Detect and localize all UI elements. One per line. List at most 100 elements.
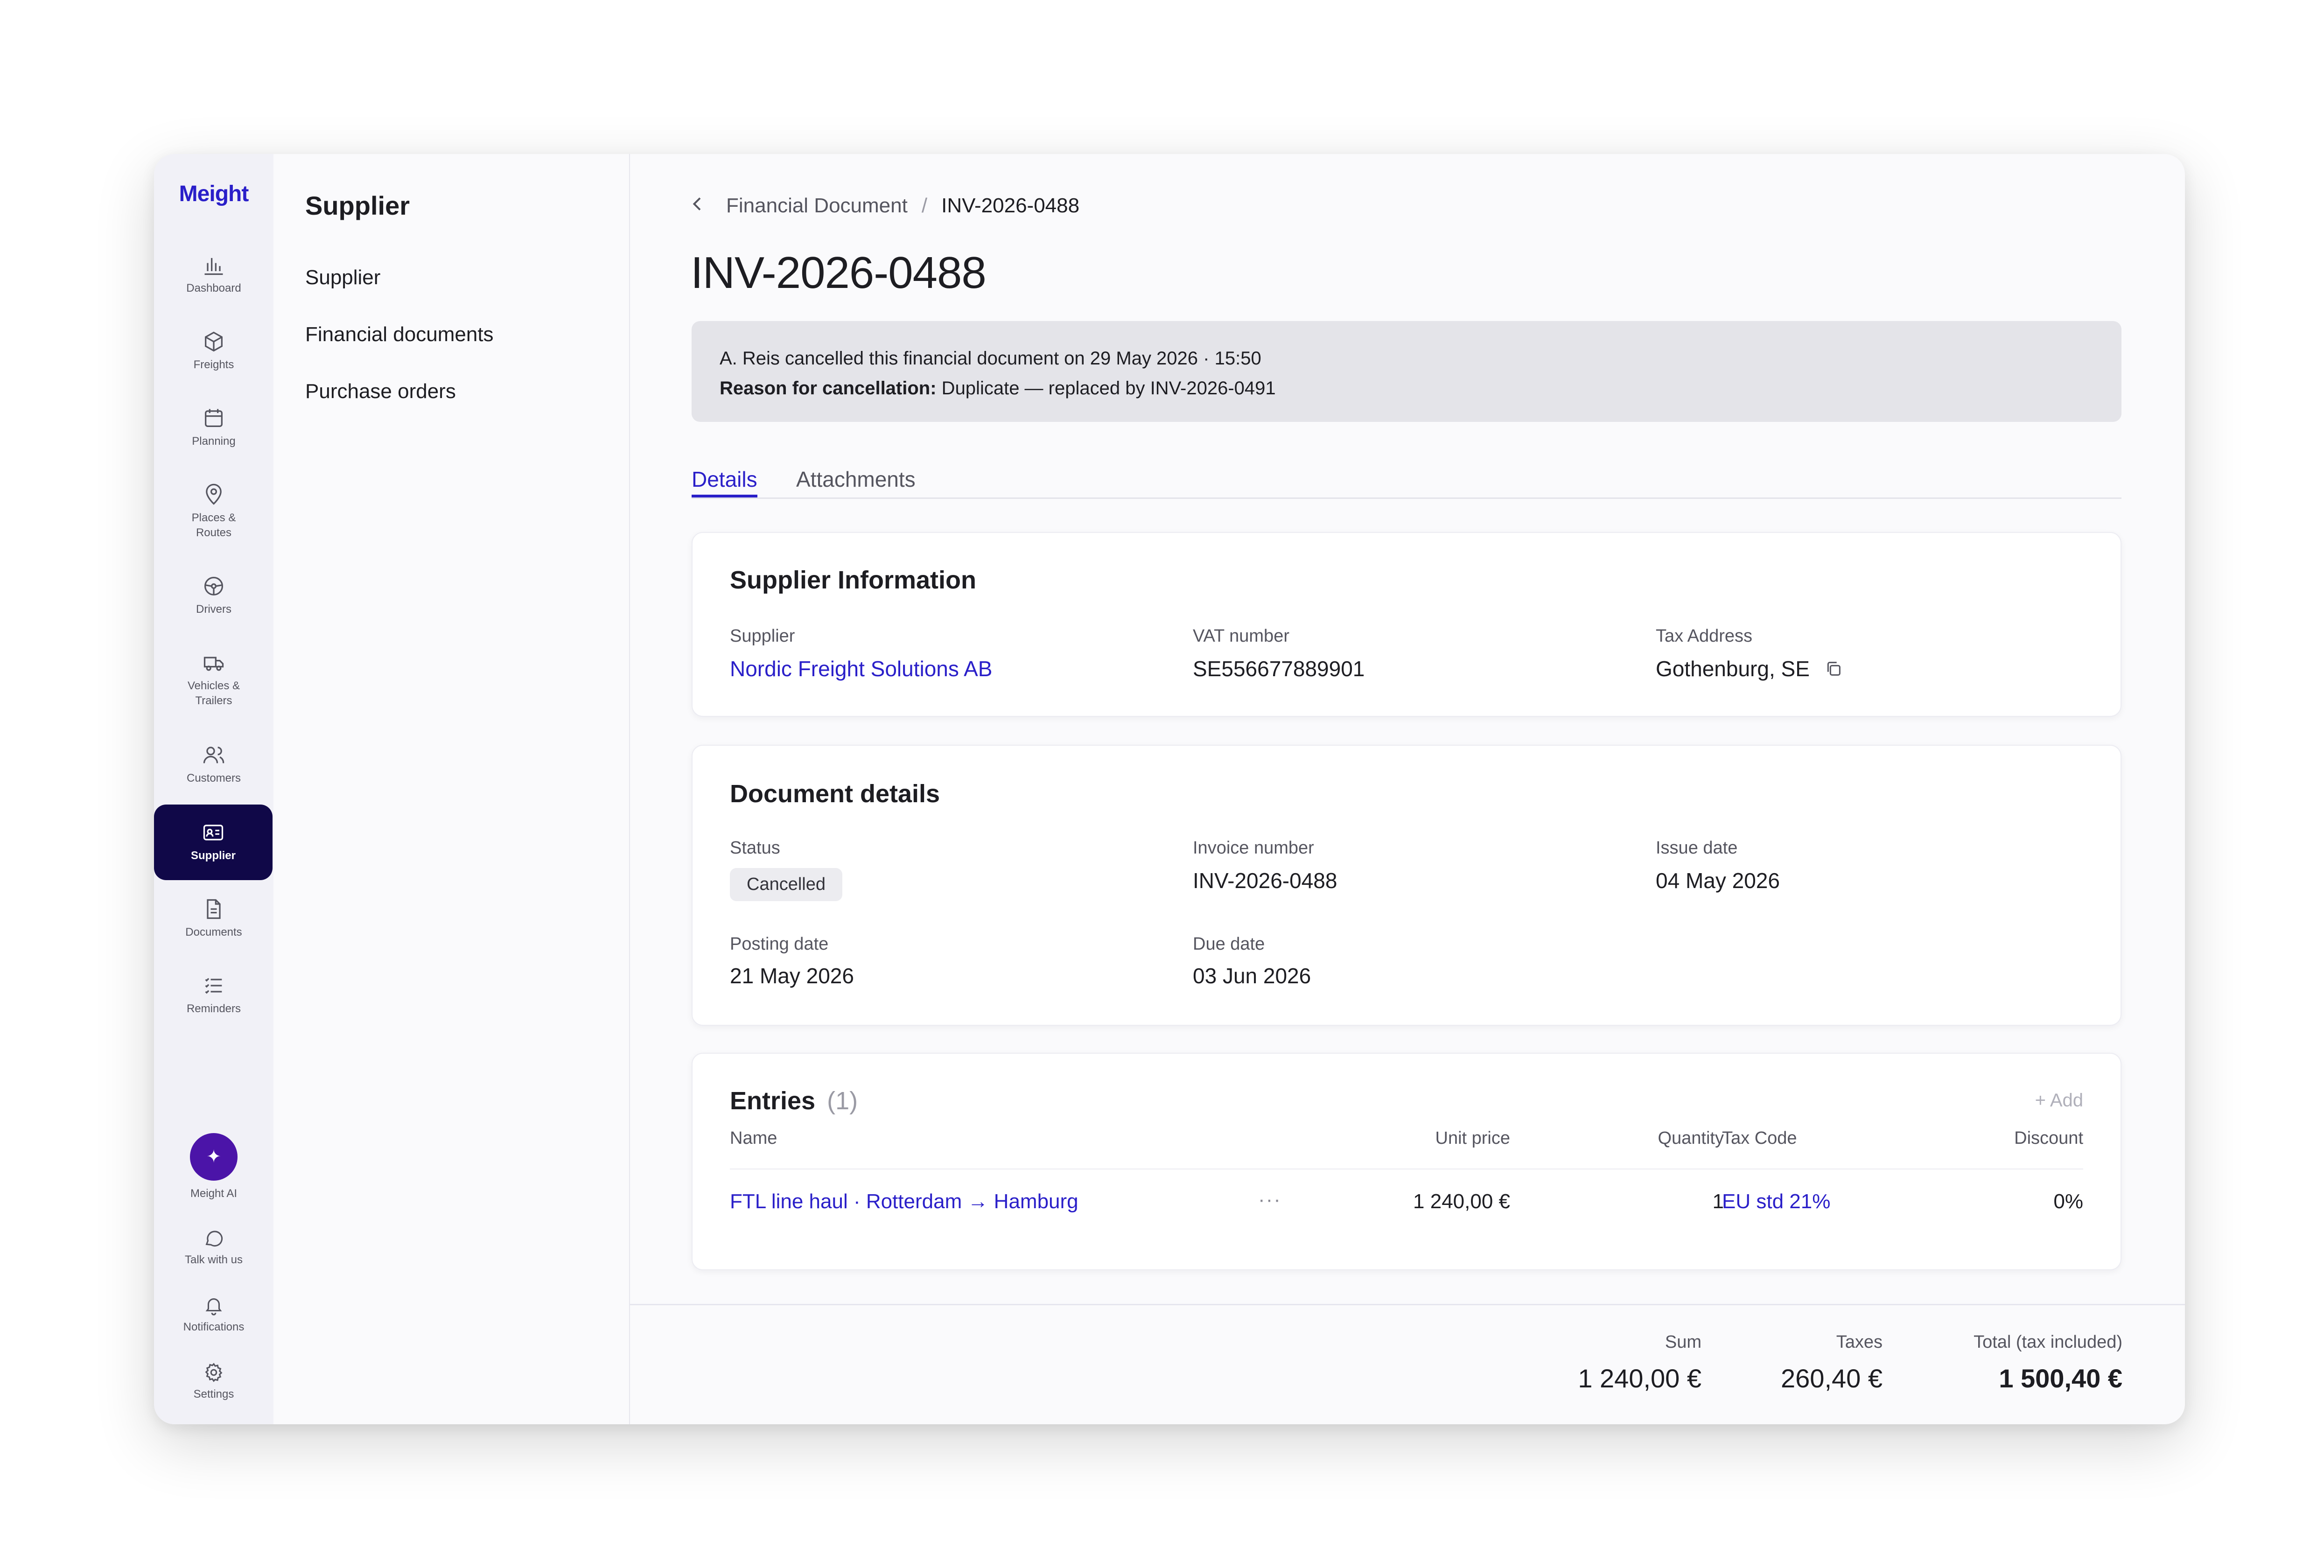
rail-item-vehicles-trailers[interactable]: Vehicles & Trailers bbox=[154, 651, 273, 708]
entry-name-link[interactable]: FTL line haul · Rotterdam → Hamburg bbox=[730, 1190, 1078, 1213]
rail-label: Reminders bbox=[186, 1002, 241, 1015]
card-title: Document details bbox=[730, 780, 940, 808]
rail-label: Places & Routes bbox=[191, 511, 236, 539]
due-date-label: Due date bbox=[1193, 934, 1265, 954]
bell-icon bbox=[205, 1298, 222, 1316]
cancellation-banner: A. Reis cancelled this financial documen… bbox=[692, 321, 2121, 422]
more-options-icon[interactable]: ··· bbox=[1258, 1188, 1281, 1211]
rail-label: Drivers bbox=[196, 603, 231, 616]
truck-icon bbox=[203, 657, 224, 671]
tab-details[interactable]: Details bbox=[692, 467, 757, 497]
column-header-quantity: Quantity bbox=[1658, 1128, 1724, 1148]
rail-label: Vehicles & Trailers bbox=[187, 679, 240, 707]
main-content: Financial Document / INV-2026-0488 INV-2… bbox=[630, 154, 2185, 1424]
card-title: Supplier Information bbox=[730, 566, 977, 594]
rail-item-freights[interactable]: Freights bbox=[154, 329, 273, 372]
rail-label: Dashboard bbox=[186, 282, 241, 294]
sparkle-icon: ✦ bbox=[190, 1133, 238, 1181]
entry-discount: 0% bbox=[2053, 1190, 2083, 1213]
document-details-card: Document details Status Cancelled Invoic… bbox=[692, 745, 2121, 1026]
breadcrumb-parent[interactable]: Financial Document bbox=[726, 194, 908, 217]
tab-bar: Details Attachments bbox=[692, 446, 2121, 499]
rail-item-reminders[interactable]: Reminders bbox=[154, 973, 273, 1016]
issue-date-label: Issue date bbox=[1656, 838, 1738, 858]
rail-label: Customers bbox=[186, 772, 241, 784]
rail-item-places-routes[interactable]: Places & Routes bbox=[154, 483, 273, 540]
rail-item-dashboard[interactable]: Dashboard bbox=[154, 253, 273, 296]
entry-tax-code-link[interactable]: EU std 21% bbox=[1722, 1190, 1830, 1213]
checklist-icon bbox=[205, 978, 222, 994]
column-header-unit-price: Unit price bbox=[1435, 1128, 1511, 1148]
rail-item-documents[interactable]: Documents bbox=[154, 897, 273, 940]
supplier-subnav: Supplier Supplier Financial documents Pu… bbox=[273, 154, 630, 1424]
subnav-item-purchase-orders[interactable]: Purchase orders bbox=[305, 380, 456, 403]
rail-label: Documents bbox=[185, 926, 242, 938]
tab-attachments[interactable]: Attachments bbox=[796, 467, 916, 495]
copy-icon[interactable] bbox=[1824, 658, 1843, 683]
calendar-icon bbox=[205, 409, 223, 427]
due-date-value: 03 Jun 2026 bbox=[1193, 964, 1311, 988]
rail-item-settings[interactable]: Settings bbox=[154, 1362, 273, 1402]
supplier-link[interactable]: Nordic Freight Solutions AB bbox=[730, 656, 993, 681]
subnav-item-supplier[interactable]: Supplier bbox=[305, 266, 380, 289]
entries-card: Entries (1) + Add Name Unit price Quanti… bbox=[692, 1053, 2121, 1270]
status-label: Status bbox=[730, 838, 780, 858]
banner-reason: Reason for cancellation: Duplicate — rep… bbox=[720, 373, 2093, 403]
tax-address-text: Gothenburg, SE bbox=[1656, 657, 1810, 681]
column-header-discount: Discount bbox=[2014, 1128, 2083, 1148]
taxes-value: 260,40 € bbox=[1781, 1364, 1883, 1393]
invoice-number-label: Invoice number bbox=[1193, 838, 1314, 858]
rail-item-supplier[interactable]: Supplier bbox=[154, 805, 273, 880]
rail-item-meight-ai[interactable]: ✦ Meight AI bbox=[154, 1133, 273, 1201]
users-icon bbox=[203, 747, 224, 763]
rail-item-customers[interactable]: Customers bbox=[154, 743, 273, 786]
reason-text: Duplicate — replaced by INV-2026-0491 bbox=[936, 378, 1276, 399]
sum-label: Sum bbox=[1665, 1332, 1701, 1352]
rail-label: Supplier bbox=[190, 849, 236, 862]
rail-label: Settings bbox=[193, 1388, 234, 1400]
breadcrumb: Financial Document / INV-2026-0488 bbox=[691, 193, 1079, 218]
banner-line: A. Reis cancelled this financial documen… bbox=[720, 348, 1261, 369]
invoice-number-value: INV-2026-0488 bbox=[1193, 868, 1337, 893]
document-icon bbox=[207, 899, 221, 919]
rail-label: Talk with us bbox=[184, 1253, 243, 1266]
breadcrumb-separator: / bbox=[921, 194, 928, 217]
vat-value: SE556677889901 bbox=[1193, 657, 1365, 681]
bar-chart-icon bbox=[204, 258, 223, 275]
icon-rail: Meight Dashboard Freights Planning Place… bbox=[154, 154, 274, 1424]
rail-item-planning[interactable]: Planning bbox=[154, 406, 273, 449]
tax-address-label: Tax Address bbox=[1656, 626, 1752, 646]
tax-address-value: Gothenburg, SE bbox=[1656, 656, 1843, 683]
brand-logo[interactable]: Meight bbox=[154, 181, 273, 207]
subnav-title: Supplier bbox=[305, 191, 410, 220]
subnav-item-financial-documents[interactable]: Financial documents bbox=[305, 323, 494, 346]
total-value: 1 500,40 € bbox=[1999, 1364, 2122, 1393]
rail-label: Freights bbox=[193, 358, 234, 371]
app-window: Meight Dashboard Freights Planning Place… bbox=[154, 154, 2185, 1424]
chat-bubble-icon bbox=[205, 1231, 223, 1247]
posting-date-label: Posting date bbox=[730, 934, 829, 954]
reason-label: Reason for cancellation: bbox=[720, 378, 937, 399]
add-entry-button[interactable]: + Add bbox=[2035, 1090, 2083, 1111]
box-icon bbox=[205, 331, 223, 352]
totals-footer: Sum 1 240,00 € Taxes 260,40 € Total (tax… bbox=[630, 1304, 2185, 1424]
chevron-left-icon[interactable] bbox=[691, 193, 705, 218]
map-pin-icon bbox=[206, 483, 222, 505]
rail-item-notifications[interactable]: Notifications bbox=[154, 1295, 273, 1335]
entries-count: (1) bbox=[827, 1087, 858, 1115]
page-title: INV-2026-0488 bbox=[691, 248, 987, 298]
sum-value: 1 240,00 € bbox=[1578, 1364, 1701, 1393]
id-card-icon bbox=[203, 825, 224, 840]
status-badge: Cancelled bbox=[730, 868, 842, 901]
column-header-tax-code: Tax Code bbox=[1722, 1128, 1797, 1148]
rail-item-drivers[interactable]: Drivers bbox=[154, 574, 273, 617]
rail-label: Planning bbox=[192, 435, 236, 448]
supplier-label: Supplier bbox=[730, 626, 795, 646]
posting-date-value: 21 May 2026 bbox=[730, 964, 854, 988]
vat-label: VAT number bbox=[1193, 626, 1289, 646]
entry-unit-price: 1 240,00 € bbox=[1413, 1190, 1510, 1213]
taxes-label: Taxes bbox=[1836, 1332, 1883, 1352]
rail-label: Meight AI bbox=[190, 1187, 238, 1200]
rail-label: Notifications bbox=[183, 1321, 245, 1333]
rail-item-talk-with-us[interactable]: Talk with us bbox=[154, 1227, 273, 1267]
